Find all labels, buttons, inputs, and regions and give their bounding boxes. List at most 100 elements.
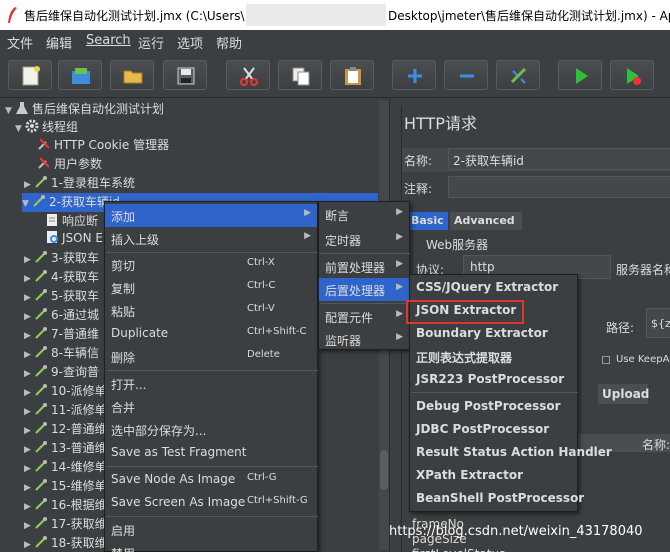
tree-node-sampler-14[interactable]: ▶ 14-维修单 <box>24 458 107 477</box>
postprocessor-result-status[interactable]: Result Status Action Handler <box>410 441 612 464</box>
menu-search[interactable]: Search <box>86 33 131 48</box>
menu-item-merge[interactable]: 合并 <box>105 395 317 418</box>
collapse-arrow-icon[interactable]: ▶ <box>24 521 34 531</box>
tree-node-test-plan[interactable]: ▼ 售后维保自动化测试计划 <box>5 100 164 119</box>
tree-node-sampler-12[interactable]: ▶ 12-普通维 <box>24 420 107 439</box>
postprocessor-jdbc[interactable]: JDBC PostProcessor <box>410 418 577 441</box>
collapse-arrow-icon[interactable]: ▶ <box>24 369 34 379</box>
collapse-arrow-icon[interactable]: ▶ <box>24 255 34 265</box>
menu-item-paste[interactable]: 粘贴 Ctrl-V <box>105 299 317 322</box>
save-button[interactable] <box>163 60 207 90</box>
name-input[interactable]: 2-获取车辆id <box>448 148 670 170</box>
menu-item-insert-parent[interactable]: 插入上级 ▶ <box>105 227 317 250</box>
collapse-arrow-icon[interactable]: ▶ <box>24 502 34 512</box>
tree-node-sampler-6[interactable]: ▶ 6-通过城 <box>24 306 99 325</box>
new-button[interactable] <box>8 60 52 90</box>
menu-item-enable[interactable]: 启用 <box>105 518 317 541</box>
menu-item-save-fragment[interactable]: Save as Test Fragment <box>105 441 317 464</box>
menu-item-save-node-image[interactable]: Save Node As Image Ctrl-G <box>105 468 317 491</box>
menu-item-delete[interactable]: 删除 Delete <box>105 345 317 368</box>
expand-arrow-icon[interactable]: ▼ <box>5 106 15 116</box>
tree-node-sampler-3[interactable]: ▶ 3-获取车 <box>24 249 99 268</box>
collapse-arrow-icon[interactable]: ▶ <box>24 312 34 322</box>
collapse-arrow-icon[interactable]: ▶ <box>24 464 34 474</box>
paste-button[interactable] <box>330 60 374 90</box>
menu-item-add[interactable]: 添加 ▶ <box>105 204 317 227</box>
tree-node-sampler-13[interactable]: ▶ 13-普通维 <box>24 439 107 458</box>
collapse-arrow-icon[interactable]: ▶ <box>24 426 34 436</box>
collapse-arrow-icon[interactable]: ▶ <box>24 331 34 341</box>
cut-button[interactable] <box>226 60 270 90</box>
toggle-button[interactable] <box>496 60 540 90</box>
collapse-button[interactable] <box>444 60 488 90</box>
tree-node-cookie-manager[interactable]: HTTP Cookie 管理器 <box>37 136 169 155</box>
postprocessor-boundary[interactable]: Boundary Extractor <box>410 322 577 345</box>
expand-arrow-icon[interactable]: ▼ <box>15 124 25 134</box>
menu-item-duplicate[interactable]: Duplicate Ctrl+Shift-C <box>105 322 317 345</box>
collapse-arrow-icon[interactable]: ▶ <box>24 540 34 550</box>
tree-node-json-extractor[interactable]: JSON E <box>45 230 103 249</box>
tree-node-sampler-10[interactable]: ▶ 10-派修单 <box>24 382 107 401</box>
tree-node-sampler-18[interactable]: ▶ 18-获取维 <box>24 534 107 552</box>
open-button[interactable] <box>110 60 154 90</box>
menu-file[interactable]: 文件 <box>7 33 33 52</box>
scrollbar-thumb[interactable] <box>380 450 388 490</box>
tab-basic[interactable]: Basic <box>406 212 448 230</box>
tree-node-sampler-16[interactable]: ▶ 16-根据维 <box>24 496 107 515</box>
collapse-arrow-icon[interactable]: ▶ <box>24 407 34 417</box>
tree-node-user-params[interactable]: 用户参数 <box>37 155 102 174</box>
tree-node-sampler-15[interactable]: ▶ 15-维修单 <box>24 477 107 496</box>
templates-button[interactable] <box>58 60 102 90</box>
postprocessor-xpath[interactable]: XPath Extractor <box>410 464 577 487</box>
tab-advanced[interactable]: Advanced <box>450 212 522 230</box>
tree-node-sampler-8[interactable]: ▶ 8-车辆信 <box>24 344 99 363</box>
submenu-item-config[interactable]: 配置元件 ▶ <box>319 305 409 328</box>
collapse-arrow-icon[interactable]: ▶ <box>24 388 34 398</box>
tree-node-sampler-11[interactable]: ▶ 11-派修单 <box>24 401 107 420</box>
tree-node-sampler-7[interactable]: ▶ 7-普通维 <box>24 325 99 344</box>
submenu-item-timer[interactable]: 定时器 ▶ <box>319 228 409 251</box>
tree-node-thread-group[interactable]: ▼ 线程组 <box>15 118 78 137</box>
collapse-arrow-icon[interactable]: ▶ <box>24 180 34 190</box>
postprocessor-jsr223[interactable]: JSR223 PostProcessor <box>410 368 577 391</box>
postprocessor-beanshell[interactable]: BeanShell PostProcessor <box>410 487 584 510</box>
menu-item-save-screen-image[interactable]: Save Screen As Image Ctrl+Shift-G <box>105 491 317 514</box>
menu-item-disable[interactable]: 禁用 <box>105 541 317 552</box>
submenu-item-assertion[interactable]: 断言 ▶ <box>319 203 409 226</box>
collapse-arrow-icon[interactable]: ▶ <box>24 274 34 284</box>
tree-label: 11-派修单 <box>51 403 107 417</box>
menu-edit[interactable]: 编辑 <box>46 33 72 52</box>
postprocessor-css-jquery[interactable]: CSS/JQuery Extractor <box>410 276 577 299</box>
submenu-item-listener[interactable]: 监听器 ▶ <box>319 328 409 351</box>
menu-help[interactable]: 帮助 <box>216 33 242 52</box>
tree-node-sampler-9[interactable]: ▶ 9-查询普 <box>24 363 99 382</box>
comment-input[interactable] <box>448 176 670 198</box>
start-button[interactable] <box>558 60 602 90</box>
path-input[interactable]: ${zue <box>646 308 670 338</box>
submenu-item-postprocessor[interactable]: 后置处理器 ▶ <box>319 278 409 301</box>
expand-button[interactable] <box>392 60 436 90</box>
collapse-arrow-icon[interactable]: ▶ <box>24 445 34 455</box>
expand-arrow-icon[interactable]: ▼ <box>22 199 32 209</box>
menu-item-cut[interactable]: 剪切 Ctrl-X <box>105 253 317 276</box>
postprocessor-debug[interactable]: Debug PostProcessor <box>410 395 577 418</box>
postprocessor-regex[interactable]: 正则表达式提取器 <box>410 345 577 368</box>
collapse-arrow-icon[interactable]: ▶ <box>24 350 34 360</box>
collapse-arrow-icon[interactable]: ▶ <box>24 293 34 303</box>
menu-run[interactable]: 运行 <box>138 33 164 52</box>
menu-item-copy[interactable]: 复制 Ctrl-C <box>105 276 317 299</box>
menu-item-save-selection[interactable]: 选中部分保存为... <box>105 418 317 441</box>
tree-node-sampler-4[interactable]: ▶ 4-获取车 <box>24 268 99 287</box>
tree-node-sampler-17[interactable]: ▶ 17-获取维 <box>24 515 107 534</box>
menu-options[interactable]: 选项 <box>177 33 203 52</box>
submenu-item-preprocessor[interactable]: 前置处理器 ▶ <box>319 255 409 278</box>
tree-node-sampler-1[interactable]: ▶ 1-登录租车系统 <box>24 174 135 193</box>
start-no-pause-button[interactable] <box>610 60 654 90</box>
menu-item-open[interactable]: 打开... <box>105 372 317 395</box>
keepalive-checkbox[interactable] <box>602 356 610 364</box>
tab-upload[interactable]: Upload <box>598 384 649 404</box>
tree-node-sampler-5[interactable]: ▶ 5-获取车 <box>24 287 99 306</box>
tree-node-assertion[interactable]: 响应断 <box>45 212 98 231</box>
collapse-arrow-icon[interactable]: ▶ <box>24 483 34 493</box>
copy-button[interactable] <box>278 60 322 90</box>
